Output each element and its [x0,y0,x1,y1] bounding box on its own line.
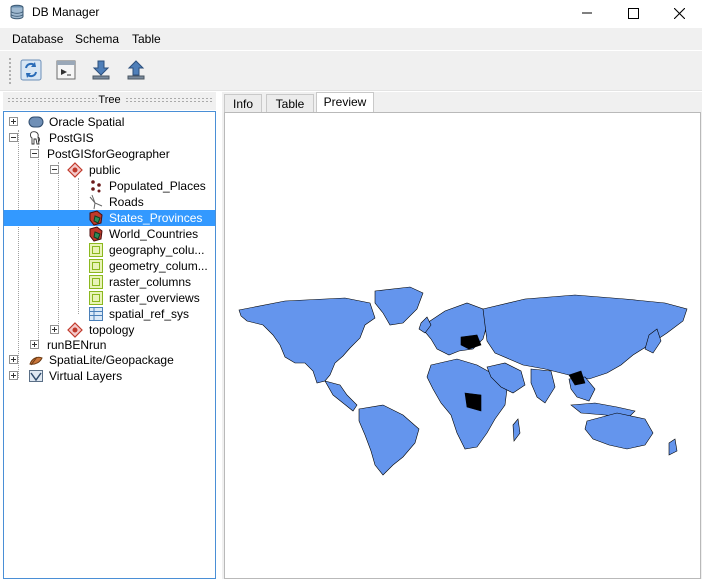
tree-item-label: Populated_Places [109,179,206,193]
expand-toggle[interactable] [9,117,18,126]
tree-item-geography-columns[interactable]: geography_colu... [4,242,215,258]
grid-table-icon [88,306,104,322]
tree-item-postgisforgeographer[interactable]: PostGISforGeographer [4,146,215,162]
tree-item-public[interactable]: public [4,162,215,178]
tree-item-populated-places[interactable]: Populated_Places [4,178,215,194]
export-icon [125,59,147,84]
tree-item-label: PostGIS [49,131,94,145]
polygon-layer-icon [88,226,104,242]
title-bar: DB Manager [0,0,702,26]
spatialite-icon [28,352,44,368]
schema-icon [67,322,83,338]
export-button[interactable] [122,57,150,85]
collapse-toggle[interactable] [30,149,39,158]
collapse-toggle[interactable] [50,165,59,174]
tree-item-label: public [89,163,121,177]
import-layer-icon [90,59,112,84]
toolbar [0,51,702,91]
tree-item-spatialite-geopackage[interactable]: SpatiaLite/Geopackage [4,352,215,368]
line-layer-icon [88,194,104,210]
tree-item-oracle-spatial[interactable]: Oracle Spatial [4,114,215,130]
tree-item-roads[interactable]: Roads [4,194,215,210]
point-layer-icon [88,178,104,194]
refresh-icon [20,59,42,84]
tree-item-geometry-columns[interactable]: geometry_colum... [4,258,215,274]
schema-icon [67,162,83,178]
states-provinces-layer [238,286,688,476]
content-panel: Info Table Preview [222,92,702,579]
menu-database[interactable]: Database [12,32,63,46]
tree-item-label: Roads [109,195,144,209]
tree-item-states-provinces[interactable]: States_Provinces [4,210,215,226]
tree-item-topology[interactable]: topology [4,322,215,338]
tab-table[interactable]: Table [266,94,314,113]
database-tree[interactable]: Oracle Spatial PostGIS PostGISforGeograp… [3,111,216,579]
tree-item-label: World_Countries [109,227,199,241]
dock-grip-right [125,97,213,103]
tab-preview[interactable]: Preview [316,92,374,114]
tree-item-world-countries[interactable]: World_Countries [4,226,215,242]
tree-item-label: Oracle Spatial [49,115,125,129]
tree-item-label: raster_overviews [109,291,200,305]
close-button[interactable] [656,0,702,26]
tree-item-postgis[interactable]: PostGIS [4,130,215,146]
maximize-button[interactable] [610,0,656,26]
expand-toggle[interactable] [9,355,18,364]
tree-item-label: SpatiaLite/Geopackage [49,353,174,367]
menu-schema[interactable]: Schema [75,32,119,46]
toolbar-grip[interactable] [8,57,12,85]
table-icon [88,290,104,306]
tab-info[interactable]: Info [224,94,262,113]
expand-toggle[interactable] [9,371,18,380]
postgis-elephant-icon [28,130,44,146]
world-map-preview [238,286,688,476]
sql-window-button[interactable] [52,57,80,85]
expand-toggle[interactable] [50,325,59,334]
tree-item-label: topology [89,323,135,337]
table-icon [88,258,104,274]
table-icon [88,242,104,258]
tree-item-spatial-ref-sys[interactable]: spatial_ref_sys [4,306,215,322]
minimize-button[interactable] [564,0,610,26]
oracle-icon [28,114,44,130]
import-layer-button[interactable] [87,57,115,85]
tree-item-label: States_Provinces [109,211,203,225]
tree-item-virtual-layers[interactable]: Virtual Layers [4,368,215,384]
window-title: DB Manager [32,5,100,19]
refresh-button[interactable] [17,57,45,85]
sql-window-icon [55,59,77,84]
tree-item-raster-overviews[interactable]: raster_overviews [4,290,215,306]
tree-item-runbenrun[interactable]: runBENrun [4,337,215,353]
polygon-layer-icon [88,210,104,226]
menu-bar: Database Schema Table [0,28,702,50]
tree-item-label: runBENrun [47,338,107,352]
preview-canvas[interactable] [224,112,701,579]
expand-toggle[interactable] [30,340,39,349]
virtual-layer-icon [28,368,44,384]
menu-table[interactable]: Table [132,32,161,46]
collapse-toggle[interactable] [9,133,18,142]
tree-dock-title[interactable]: Tree [3,92,216,110]
table-icon [88,274,104,290]
tree-item-label: raster_columns [109,275,192,289]
tree-item-label: geometry_colum... [109,259,208,273]
tree-item-label: Virtual Layers [49,369,123,383]
tree-item-label: spatial_ref_sys [109,307,190,321]
tree-item-raster-columns[interactable]: raster_columns [4,274,215,290]
tree-item-label: geography_colu... [109,243,205,257]
db-manager-icon [9,4,25,20]
tree-item-label: PostGISforGeographer [47,147,170,161]
